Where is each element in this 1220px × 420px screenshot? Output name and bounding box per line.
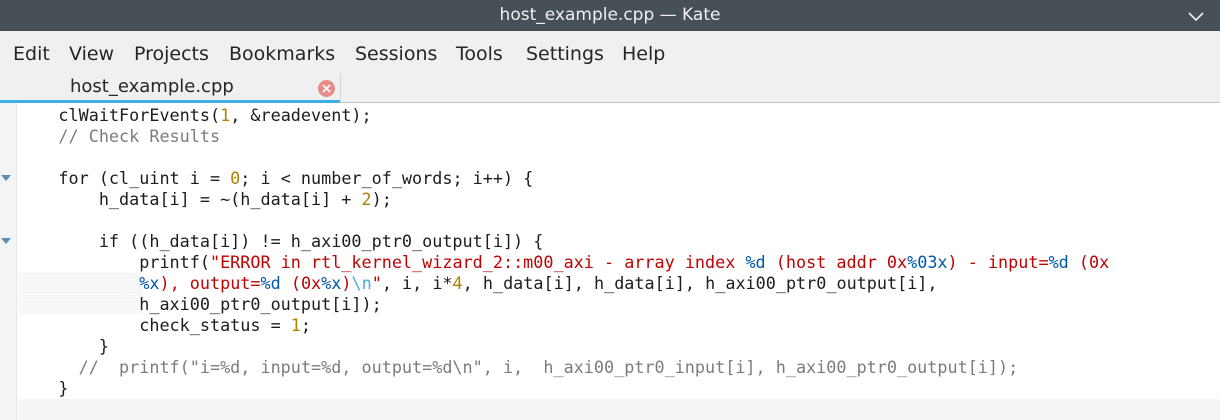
code-token: check_status = <box>18 315 291 335</box>
code-token: if ((h_data[i]) != h_axi00_ptr0_output[i… <box>18 231 544 251</box>
menu-bookmarks[interactable]: Bookmarks <box>229 31 335 73</box>
menu-bar: Edit View Projects Bookmarks Sessions To… <box>0 31 1220 73</box>
code-line[interactable] <box>18 399 1109 420</box>
code-token: ; i < number_of_words; i++) { <box>240 168 534 188</box>
code-text[interactable]: clWaitForEvents(1, &readevent); // Check… <box>18 105 1109 420</box>
code-line[interactable]: } <box>18 378 1109 399</box>
code-token: %x <box>321 273 342 293</box>
code-token: 1 <box>220 105 231 125</box>
code-line[interactable] <box>18 147 1109 168</box>
code-token: } <box>18 336 109 356</box>
code-line[interactable]: for (cl_uint i = 0; i < number_of_words;… <box>18 168 1109 189</box>
tab-host-example[interactable]: host_example.cpp <box>0 73 341 103</box>
code-token: printf( <box>18 252 210 272</box>
code-token: %x <box>139 273 160 293</box>
code-token: } <box>18 378 69 398</box>
code-token: 4 <box>452 273 463 293</box>
chevron-down-icon[interactable] <box>1186 6 1206 26</box>
code-line[interactable] <box>18 210 1109 231</box>
menu-settings[interactable]: Settings <box>526 31 604 73</box>
code-token: clWaitForEvents( <box>18 105 221 125</box>
code-token: , &readevent); <box>230 105 372 125</box>
code-token: 2 <box>361 189 372 209</box>
code-token: 1 <box>290 315 301 335</box>
menu-view[interactable]: View <box>69 31 114 73</box>
code-token: , h_data[i], h_data[i], h_axi00_ptr0_out… <box>462 273 938 293</box>
code-token: %d <box>260 273 281 293</box>
code-token: ), output= <box>159 273 261 293</box>
code-token: // printf("i=%d, input=%d, output=%d\n",… <box>18 357 1019 377</box>
code-token: h_axi00_ptr0_output[i]); <box>18 294 382 314</box>
code-line[interactable]: h_axi00_ptr0_output[i]); <box>18 294 1109 315</box>
code-token: %d <box>1048 252 1069 272</box>
code-token: for (cl_uint i = <box>18 168 231 188</box>
code-token: (0x <box>280 273 322 293</box>
window-titlebar[interactable]: host_example.cpp — Kate <box>0 0 1220 31</box>
code-token: ; <box>300 315 312 335</box>
code-token: %03x <box>907 252 948 272</box>
code-line[interactable]: // printf("i=%d, input=%d, output=%d\n",… <box>18 357 1109 378</box>
code-token: "ERROR in rtl_kernel_wizard_2::m00_axi -… <box>209 252 746 272</box>
menu-tools[interactable]: Tools <box>456 31 503 73</box>
code-line[interactable]: printf("ERROR in rtl_kernel_wizard_2::m0… <box>18 252 1109 273</box>
code-line[interactable]: } <box>18 336 1109 357</box>
code-line[interactable]: clWaitForEvents(1, &readevent); <box>18 105 1109 126</box>
code-line[interactable]: // Check Results <box>18 126 1109 147</box>
code-token: h_data[i] = ~(h_data[i] + <box>18 189 362 209</box>
code-token: ) <box>341 273 352 293</box>
tab-bar: host_example.cpp <box>0 73 1220 103</box>
window-title: host_example.cpp — Kate <box>499 5 721 25</box>
code-token: (0x <box>1068 252 1110 272</box>
code-token: , i, i* <box>381 273 453 293</box>
code-line[interactable]: if ((h_data[i]) != h_axi00_ptr0_output[i… <box>18 231 1109 252</box>
menu-edit[interactable]: Edit <box>13 31 50 73</box>
close-icon[interactable] <box>318 80 335 97</box>
code-token: " <box>371 273 382 293</box>
menu-projects[interactable]: Projects <box>134 31 209 73</box>
code-editor[interactable]: clWaitForEvents(1, &readevent); // Check… <box>0 103 1220 420</box>
fold-arrow-icon[interactable] <box>0 236 12 246</box>
code-token: // Check Results <box>18 126 221 146</box>
fold-arrow-icon[interactable] <box>0 173 12 183</box>
code-line[interactable]: %x), output=%d (0x%x)\n", i, i*4, h_data… <box>18 273 1109 294</box>
code-token: (host addr 0x <box>765 252 908 272</box>
tab-label: host_example.cpp <box>70 76 234 97</box>
menu-help[interactable]: Help <box>622 31 665 73</box>
code-token: \n <box>351 273 372 293</box>
fold-gutter <box>0 103 17 420</box>
code-token: ) - input= <box>947 252 1049 272</box>
menu-sessions[interactable]: Sessions <box>355 31 437 73</box>
code-line[interactable]: check_status = 1; <box>18 315 1109 336</box>
code-token: ); <box>371 189 392 209</box>
code-line[interactable]: h_data[i] = ~(h_data[i] + 2); <box>18 189 1109 210</box>
code-token: 0 <box>230 168 241 188</box>
code-token: %d <box>745 252 766 272</box>
